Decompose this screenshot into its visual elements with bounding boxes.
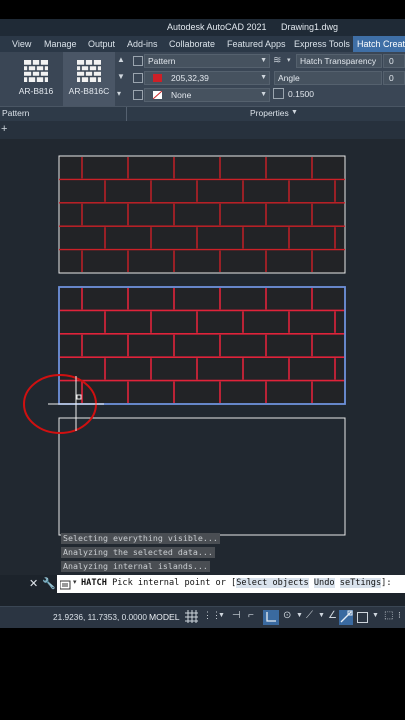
tab-add-ins[interactable]: Add-ins [127, 36, 158, 52]
chevron-down-icon[interactable]: ▼ [291, 109, 298, 116]
chevron-down-icon[interactable]: ▾ [287, 56, 291, 64]
command-history-line: Selecting everything visible... [61, 533, 220, 544]
chevron-down-icon: ▼ [260, 74, 267, 81]
app-title: Autodesk AutoCAD 2021 [167, 22, 267, 32]
ribbon-panel-labels: Pattern Properties ▼ [0, 106, 405, 121]
command-history-line: Analyzing the selected data... [61, 547, 215, 558]
tab-output[interactable]: Output [88, 36, 115, 52]
color-swatch [153, 74, 162, 82]
prompt-end: ]: [381, 578, 392, 588]
drawing-canvas[interactable]: Selecting everything visible... Analyzin… [0, 139, 405, 579]
tab-express-tools[interactable]: Express Tools [294, 36, 350, 52]
chevron-down-icon[interactable]: ▼ [218, 612, 225, 626]
chevron-down-icon[interactable]: ▼ [372, 612, 379, 626]
chevron-up-icon[interactable]: ▲ [117, 55, 125, 64]
layout-tabs-strip [0, 593, 405, 606]
infer-constraints-icon[interactable]: ⊣ [232, 610, 241, 624]
coordinates-readout[interactable]: 21.9236, 11.7353, 0.0000 [53, 612, 147, 622]
tab-hatch-creation[interactable]: Hatch Creation [353, 36, 405, 52]
option-select-objects[interactable]: Select objects [236, 578, 309, 588]
polar-tracking-icon[interactable]: ⊙ [283, 610, 291, 624]
hatched-rectangle-1[interactable] [58, 155, 346, 274]
drawing-area[interactable] [0, 139, 405, 579]
prompt-text: Pick internal point or [ [112, 578, 237, 588]
lineweight-icon[interactable] [357, 612, 368, 623]
object-snap-icon[interactable] [339, 610, 353, 625]
command-recent-icon[interactable] [59, 578, 72, 590]
no-color-swatch [153, 91, 162, 99]
hatch-color-icon [133, 73, 143, 83]
chevron-down-icon: ▼ [260, 91, 267, 98]
hatched-rectangle-2[interactable] [58, 286, 346, 405]
ortho-mode-icon[interactable] [263, 610, 279, 625]
option-undo[interactable]: Undo [313, 578, 335, 588]
isodraft-icon[interactable]: ⟋ [306, 610, 313, 624]
background-color-select[interactable]: None ▼ [144, 88, 270, 102]
document-tab-bar: + [0, 121, 405, 139]
title-bar: Autodesk AutoCAD 2021 Drawing1.dwg [0, 19, 405, 36]
brick-pattern-icon [77, 60, 101, 82]
chevron-down-icon: ▼ [260, 57, 267, 64]
command-line[interactable]: ✕ 🔧 ▾ HATCH Pick internal point or [Sele… [0, 575, 405, 593]
chevron-down-icon[interactable]: ▼ [117, 72, 125, 81]
empty-rectangle-3[interactable] [58, 417, 346, 536]
command-history-line: Analyzing internal islands... [61, 561, 210, 572]
background-color-icon [133, 90, 143, 100]
ribbon-tabs: View Manage Output Add-ins Collaborate F… [0, 36, 405, 52]
model-space-button[interactable]: MODEL [149, 612, 180, 622]
transparency-icon: ≋ [273, 55, 282, 66]
gallery-scroll[interactable]: ▲ ▼ ▾ [116, 55, 126, 103]
pattern-label: AR-B816C [68, 86, 110, 96]
wrench-icon[interactable]: 🔧 [42, 577, 56, 590]
dynamic-input-icon[interactable]: ⌐ [248, 610, 254, 624]
hatch-type-select[interactable]: Pattern ▼ [144, 54, 270, 68]
pattern-label: AR-B816 [18, 86, 54, 96]
new-drawing-plus-icon[interactable]: + [1, 123, 7, 135]
panel-divider [126, 107, 127, 121]
hatch-type-icon [133, 56, 143, 66]
tab-manage[interactable]: Manage [44, 36, 77, 52]
gallery-expand-icon[interactable]: ▾ [117, 89, 121, 98]
ribbon-panel: AR-B816 AR-B816C ▲ ▼ ▾ Pattern ▼ 205,32,… [0, 52, 405, 106]
angle-label: Angle [274, 71, 382, 85]
scale-input[interactable]: 0.1500 [286, 88, 405, 102]
status-bar: 21.9236, 11.7353, 0.0000 MODEL ⋮⋮ ▼ ⊣ ⌐ … [0, 606, 405, 628]
annotation-scale-icon[interactable]: ⁝ [398, 610, 401, 624]
grid-icon[interactable] [185, 610, 198, 624]
tab-view[interactable]: View [12, 36, 31, 52]
panel-pattern-label: Pattern [2, 108, 30, 118]
command-name: HATCH [81, 578, 107, 588]
chevron-down-icon[interactable]: ▼ [318, 612, 325, 626]
drawing-title: Drawing1.dwg [281, 22, 339, 32]
scale-icon [273, 88, 284, 99]
command-line-controls: ✕ 🔧 [0, 575, 57, 593]
hatch-color-select[interactable]: 205,32,39 ▼ [144, 71, 270, 85]
pattern-ar-b816-button[interactable]: AR-B816 [10, 52, 62, 106]
transparency-label: Hatch Transparency [296, 54, 382, 68]
selection-cycling-icon[interactable]: ⬚ [384, 610, 393, 624]
transparency-input[interactable]: 0 [383, 54, 405, 68]
option-settings[interactable]: seTtings [339, 578, 382, 588]
pattern-ar-b816c-button[interactable]: AR-B816C [63, 52, 115, 106]
tab-collaborate[interactable]: Collaborate [169, 36, 215, 52]
close-icon[interactable]: ✕ [29, 577, 38, 590]
chevron-down-icon[interactable]: ▼ [296, 612, 303, 626]
object-snap-tracking-icon[interactable]: ∠ [328, 610, 337, 624]
panel-properties-label[interactable]: Properties [250, 108, 289, 118]
brick-pattern-icon [24, 60, 48, 82]
angle-input[interactable]: 0 [383, 71, 405, 85]
tab-featured-apps[interactable]: Featured Apps [227, 36, 286, 52]
command-prompt: HATCH Pick internal point or [Select obj… [81, 578, 392, 588]
chevron-down-icon[interactable]: ▾ [73, 578, 77, 586]
